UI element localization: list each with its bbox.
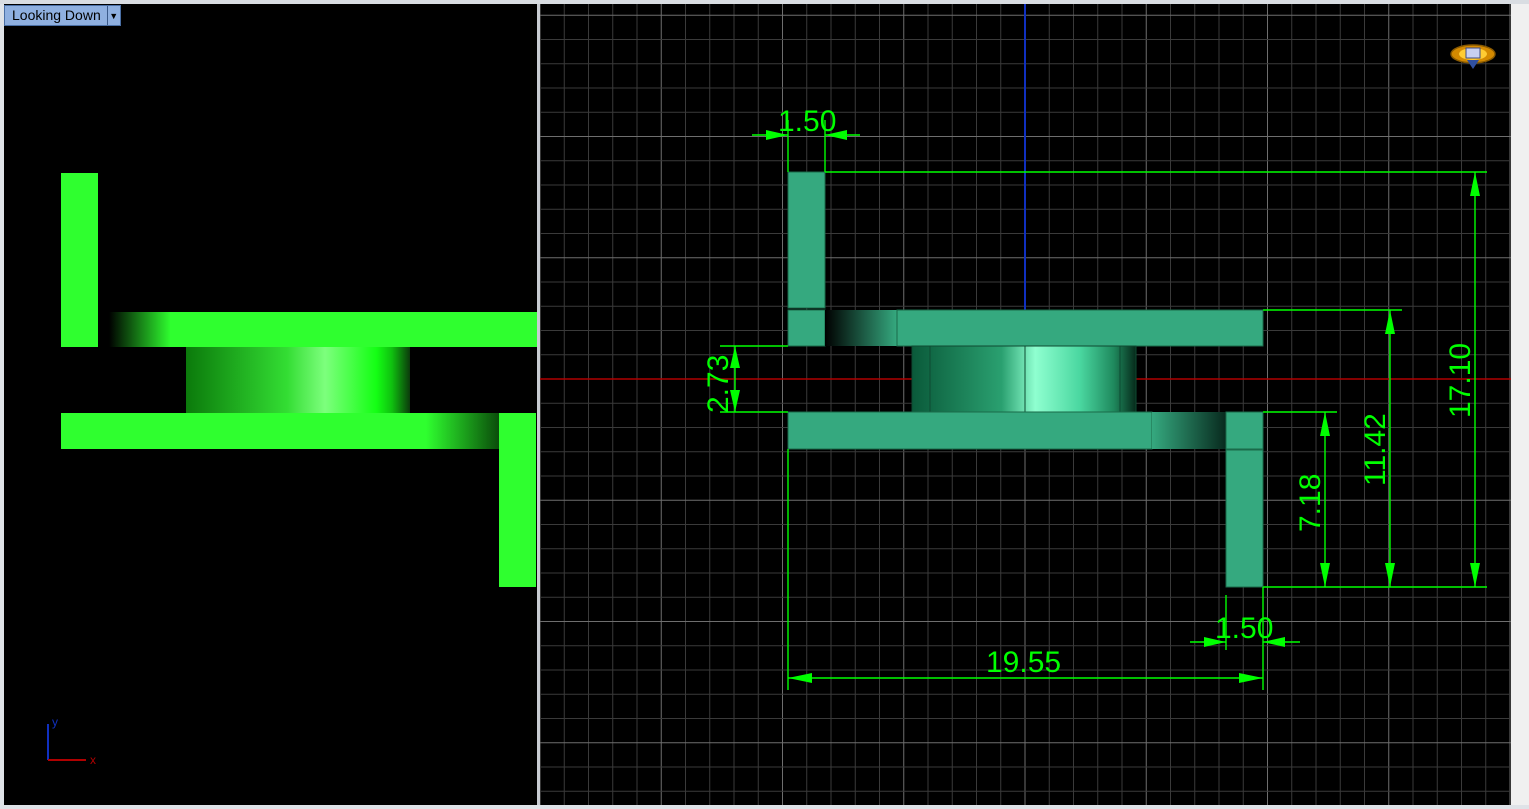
- left-bottom-fade: [426, 413, 500, 449]
- viewport-dimensioned[interactable]: 1.50 1.50 19.55 2.73 7.18 11.42 17.10: [540, 4, 1511, 805]
- viewport-right-gutter: [1511, 4, 1529, 805]
- dim-top-width: 1.50: [778, 105, 836, 138]
- view-cube-icon[interactable]: [1450, 44, 1496, 69]
- right-cylinder: [911, 345, 1137, 413]
- chevron-down-icon[interactable]: ▼: [106, 6, 120, 25]
- right-bottom-corner-block: [1225, 411, 1264, 450]
- right-bottom-horizontal-bar: [787, 411, 1153, 450]
- left-bottom-vertical-bar: [499, 413, 536, 587]
- left-scene: y x: [47, 173, 537, 767]
- right-top-fade: [825, 310, 897, 346]
- left-cylinder: [186, 347, 410, 413]
- dim-overall-width: 19.55: [986, 646, 1061, 679]
- viewport-title-label: Looking Down: [5, 6, 107, 25]
- dim-gap: 2.73: [702, 355, 735, 413]
- dim-bottom-width: 1.50: [1215, 612, 1273, 645]
- left-top-horizontal-bar: [170, 312, 537, 347]
- axis-x-label: x: [90, 753, 96, 767]
- right-top-corner-block: [787, 309, 826, 347]
- viewport-looking-down[interactable]: y x: [4, 4, 537, 805]
- left-bottom-horizontal-bar: [61, 413, 426, 449]
- dim-height-small: 7.18: [1294, 474, 1327, 532]
- left-top-fade: [109, 312, 171, 347]
- left-top-vertical-bar: [61, 173, 98, 347]
- right-bottom-vertical-bar: [1225, 449, 1264, 588]
- right-top-horizontal-bar: [896, 309, 1264, 347]
- right-top-vertical-bar: [787, 171, 826, 309]
- right-bottom-fade: [1152, 412, 1226, 449]
- viewport-title-tab[interactable]: Looking Down ▼: [4, 5, 121, 26]
- axis-y-label: y: [52, 715, 58, 729]
- dim-height-total: 17.10: [1444, 343, 1477, 418]
- dim-height-mid: 11.42: [1359, 413, 1392, 486]
- right-scene: 1.50 1.50 19.55 2.73 7.18 11.42 17.10: [540, 4, 1511, 805]
